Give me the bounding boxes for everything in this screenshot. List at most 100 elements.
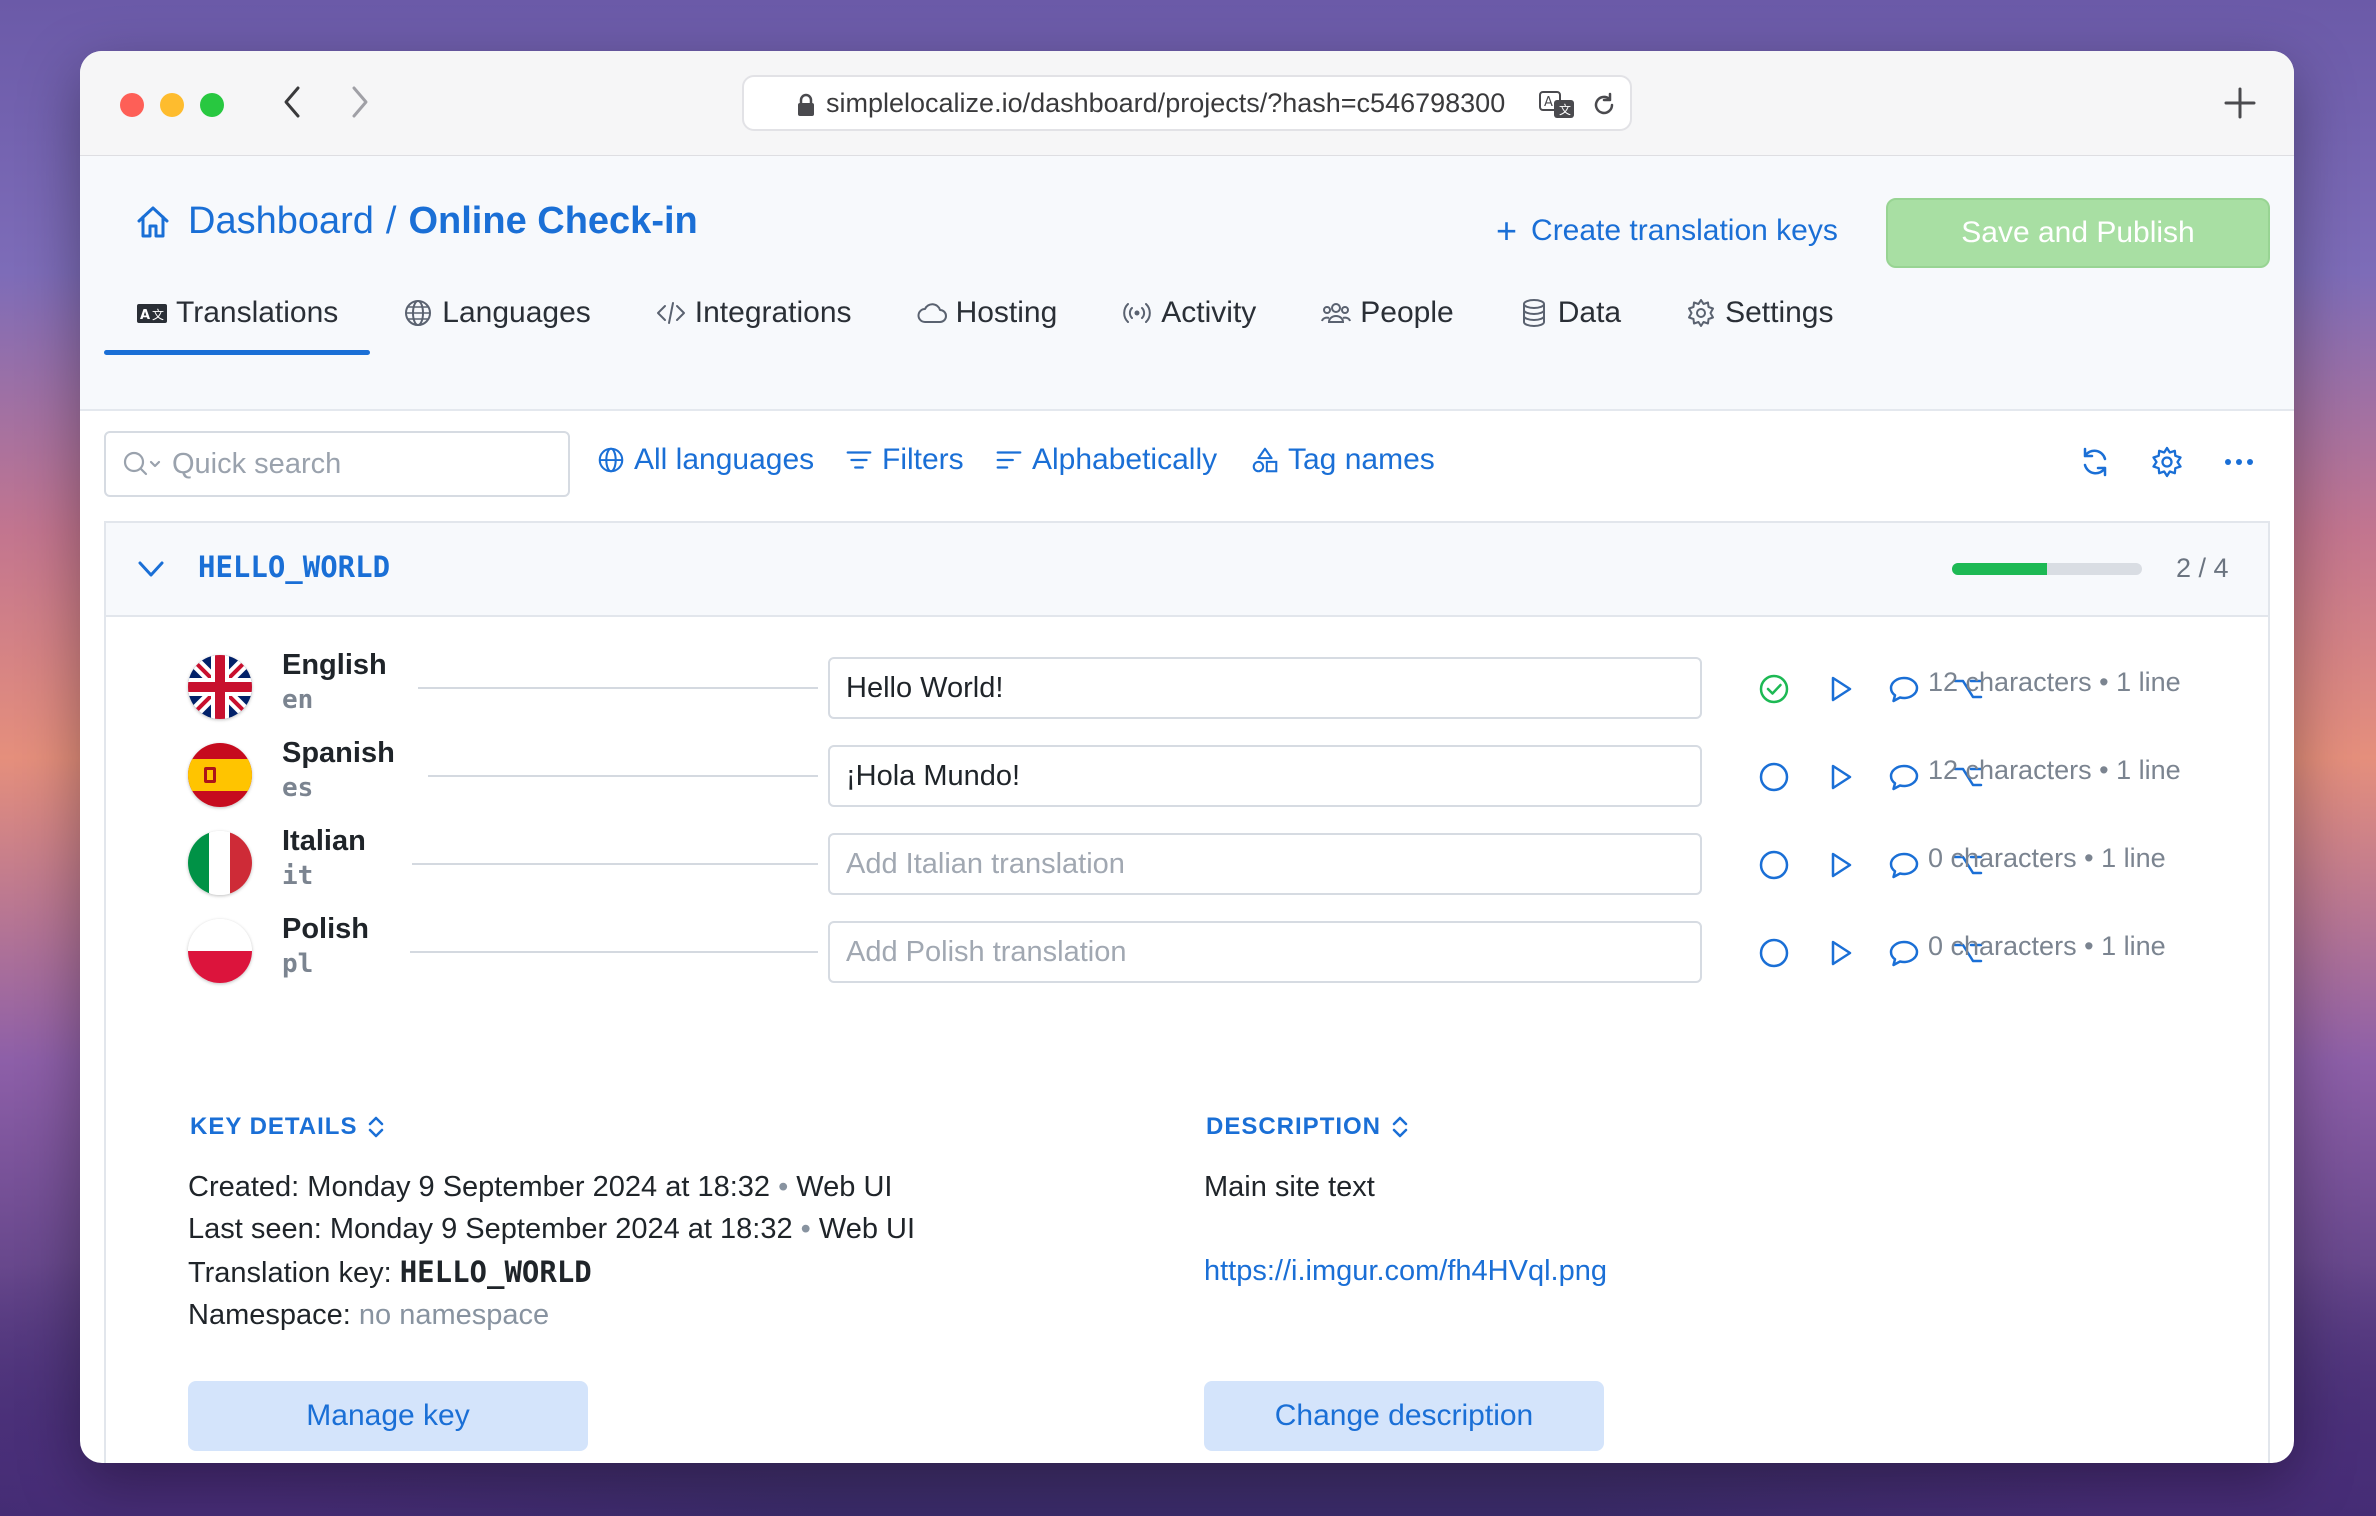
key-details-toggle[interactable]: KEY DETAILS xyxy=(190,1113,387,1141)
key-header: HELLO_WORLD 2 / 4 xyxy=(106,523,2268,617)
translation-progress-bar xyxy=(1952,563,2142,575)
tab-activity-label: Activity xyxy=(1161,296,1257,329)
forward-button[interactable] xyxy=(340,79,380,125)
spain-flag-icon xyxy=(188,743,252,807)
character-count: 12 characters • 1 line xyxy=(1928,667,2181,697)
unreviewed-circle-icon[interactable] xyxy=(1758,761,1790,793)
tab-integrations-label: Integrations xyxy=(694,296,852,329)
breadcrumb-project-name[interactable]: Online Check-in xyxy=(408,200,697,243)
back-button[interactable] xyxy=(272,79,312,125)
chevron-left-icon xyxy=(284,86,300,118)
description-toggle[interactable]: DESCRIPTION xyxy=(1206,1113,1411,1141)
tab-data-label: Data xyxy=(1557,296,1622,329)
translate-page-icon[interactable]: A文 xyxy=(1538,89,1578,121)
tab-data[interactable]: Data xyxy=(1486,273,1653,353)
translate-box-icon: A文 xyxy=(137,304,167,323)
tab-activity[interactable]: Activity xyxy=(1089,273,1288,353)
row-connector-line xyxy=(412,863,818,865)
language-row-it: Italian it Add Italian translation 0 cha… xyxy=(188,823,2248,903)
svg-text:文: 文 xyxy=(152,307,164,322)
quick-search-input[interactable]: Quick search xyxy=(104,431,570,497)
row-connector-line xyxy=(410,951,818,953)
tab-hosting-label: Hosting xyxy=(955,296,1058,329)
comment-icon[interactable] xyxy=(1888,937,1920,969)
translation-key-panel: HELLO_WORLD 2 / 4 English en Hello World… xyxy=(104,521,2270,1463)
comment-icon[interactable] xyxy=(1888,849,1920,881)
translation-input-es[interactable]: ¡Hola Mundo! xyxy=(828,745,1702,807)
filter-icon xyxy=(846,451,872,469)
translation-input-pl[interactable]: Add Polish translation xyxy=(828,921,1702,983)
plus-icon: + xyxy=(1496,210,1518,251)
character-count: 0 characters • 1 line xyxy=(1928,931,2166,961)
comment-icon[interactable] xyxy=(1888,673,1920,705)
maximize-window-button[interactable] xyxy=(200,93,224,117)
tag-names-label: Tag names xyxy=(1288,443,1435,476)
description-title: DESCRIPTION xyxy=(1206,1113,1382,1140)
created-line: Created: Monday 9 September 2024 at 18:3… xyxy=(188,1171,893,1203)
close-window-button[interactable] xyxy=(120,93,144,117)
lock-icon xyxy=(798,93,814,116)
reload-icon[interactable] xyxy=(1590,91,1618,119)
globe-icon xyxy=(598,447,624,473)
tag-names-button[interactable]: Tag names xyxy=(1250,443,1435,477)
comment-icon[interactable] xyxy=(1888,761,1920,793)
play-icon[interactable] xyxy=(1824,937,1856,969)
description-link[interactable]: https://i.imgur.com/fh4HVql.png xyxy=(1204,1255,1607,1288)
project-header: Dashboard / Online Check-in + Create tra… xyxy=(80,156,2294,411)
filters-label: Filters xyxy=(882,443,964,476)
key-name[interactable]: HELLO_WORLD xyxy=(198,550,390,584)
refresh-icon[interactable] xyxy=(2078,445,2112,479)
tab-hosting[interactable]: Hosting xyxy=(884,273,1090,353)
chevron-up-down-icon xyxy=(369,1116,384,1138)
breadcrumb-separator: / xyxy=(385,200,397,242)
play-icon[interactable] xyxy=(1824,849,1856,881)
project-tabs: A文 Translations Languages Integrations H… xyxy=(104,273,1866,355)
tab-people-label: People xyxy=(1360,296,1454,329)
translation-input-it[interactable]: Add Italian translation xyxy=(828,833,1702,895)
language-code: pl xyxy=(282,949,314,979)
tab-translations[interactable]: A文 Translations xyxy=(104,273,371,355)
all-languages-filter[interactable]: All languages xyxy=(596,443,814,477)
shapes-icon xyxy=(1252,447,1278,473)
minimize-window-button[interactable] xyxy=(160,93,184,117)
poland-flag-icon xyxy=(188,919,252,983)
tab-people[interactable]: People xyxy=(1288,273,1485,353)
view-settings-gear-icon[interactable] xyxy=(2150,445,2184,479)
unreviewed-circle-icon[interactable] xyxy=(1758,849,1790,881)
new-tab-button[interactable] xyxy=(2222,85,2258,121)
code-icon xyxy=(656,302,685,324)
home-icon[interactable] xyxy=(134,203,172,241)
tab-integrations[interactable]: Integrations xyxy=(623,273,884,353)
sort-icon xyxy=(996,451,1022,469)
manage-key-button[interactable]: Manage key xyxy=(188,1381,588,1451)
play-icon[interactable] xyxy=(1824,673,1856,705)
svg-text:A: A xyxy=(140,308,150,323)
tab-settings[interactable]: Settings xyxy=(1653,273,1865,353)
tab-languages-label: Languages xyxy=(442,296,591,329)
translation-input-en[interactable]: Hello World! xyxy=(828,657,1702,719)
change-description-button[interactable]: Change description xyxy=(1204,1381,1604,1451)
play-icon[interactable] xyxy=(1824,761,1856,793)
language-code: es xyxy=(282,773,314,803)
tab-settings-label: Settings xyxy=(1725,296,1834,329)
tab-languages[interactable]: Languages xyxy=(370,273,622,353)
create-translation-keys-button[interactable]: + Create translation keys xyxy=(1496,210,1838,252)
collapse-chevron-icon[interactable] xyxy=(136,557,166,581)
language-name: English xyxy=(282,649,387,681)
globe-icon xyxy=(405,300,432,326)
namespace-line: Namespace: no namespace xyxy=(188,1299,550,1331)
filters-button[interactable]: Filters xyxy=(844,443,964,477)
address-bar[interactable]: simplelocalize.io/dashboard/projects/?ha… xyxy=(742,75,1632,131)
sort-label: Alphabetically xyxy=(1032,443,1218,476)
more-options-icon[interactable] xyxy=(2222,445,2256,479)
unreviewed-circle-icon[interactable] xyxy=(1758,937,1790,969)
sort-button[interactable]: Alphabetically xyxy=(994,443,1217,477)
breadcrumb-dashboard-link[interactable]: Dashboard xyxy=(188,200,374,243)
broadcast-icon xyxy=(1123,303,1152,323)
language-name: Italian xyxy=(282,825,366,857)
reviewed-check-icon[interactable] xyxy=(1758,673,1790,705)
save-and-publish-button[interactable]: Save and Publish xyxy=(1886,198,2270,268)
last-seen-line: Last seen: Monday 9 September 2024 at 18… xyxy=(188,1213,916,1245)
gear-icon xyxy=(1688,299,1715,327)
row-connector-line xyxy=(428,775,818,777)
